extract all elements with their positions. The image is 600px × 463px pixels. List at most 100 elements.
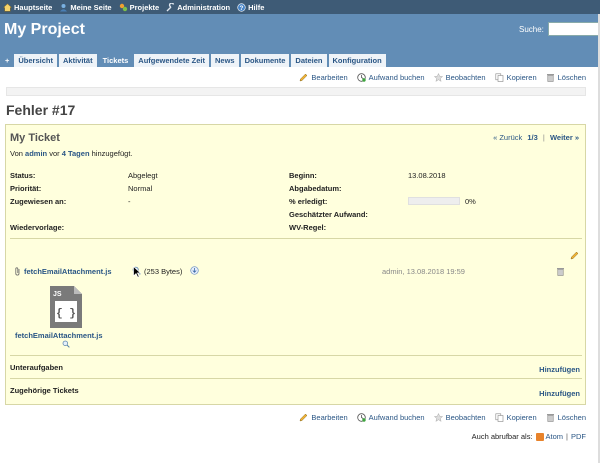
recurrence-label: Wiedervorlage: — [10, 223, 65, 232]
done-ratio-value: 0% — [465, 197, 476, 206]
edit-button[interactable]: Bearbeiten — [299, 413, 348, 422]
star-icon — [433, 413, 443, 422]
watch-button[interactable]: Beobachten — [433, 413, 486, 422]
download-icon[interactable] — [190, 266, 199, 275]
watch-button[interactable]: Beobachten — [433, 73, 486, 82]
atom-link[interactable]: Atom — [546, 432, 564, 441]
issue-counter[interactable]: 1/3 — [527, 133, 537, 142]
top-menu-label: Administration — [177, 2, 231, 12]
next-issue-link[interactable]: Weiter » — [550, 133, 579, 142]
copy-button[interactable]: Kopieren — [495, 413, 537, 422]
search-input[interactable] — [548, 22, 600, 36]
format-separator: | — [566, 432, 568, 441]
copy-label: Kopieren — [506, 73, 537, 82]
copy-icon — [495, 413, 503, 422]
other-formats-label: Auch abrufbar als: — [471, 432, 533, 441]
progress-bar — [408, 197, 460, 205]
clock-add-icon — [356, 73, 366, 82]
tab-time-entries[interactable]: Aufgewendete Zeit — [134, 54, 209, 67]
top-menu-my-page[interactable]: Meine Seite — [59, 2, 112, 12]
trash-icon — [546, 74, 554, 82]
estimated-time-label: Geschätzter Aufwand: — [289, 210, 368, 219]
tab-new[interactable]: + — [2, 54, 13, 67]
pdf-link[interactable]: PDF — [571, 432, 586, 441]
edit-attachments-pencil-icon[interactable] — [570, 251, 579, 260]
priority-value: Normal — [128, 184, 153, 193]
thumb-label: JS — [53, 291, 62, 298]
add-subtask-link[interactable]: Hinzufügen — [539, 365, 580, 374]
watch-label: Beobachten — [445, 413, 486, 422]
mouse-cursor-icon — [133, 266, 141, 278]
home-icon — [2, 2, 13, 12]
top-menu-label: Meine Seite — [70, 2, 112, 12]
tab-documents[interactable]: Dokumente — [240, 54, 290, 67]
author-suffix: hinzugefügt. — [91, 149, 133, 158]
top-menu: Hauptseite Meine Seite Projekte Administ… — [0, 0, 600, 14]
svg-text:{ }: { } — [56, 308, 76, 320]
issue-subject: My Ticket — [10, 132, 60, 144]
edit-label: Bearbeiten — [311, 73, 348, 82]
attachment-thumbnail[interactable]: JS { } — [49, 285, 83, 329]
author-line: Von admin vor 4 Tagen hinzugefügt. — [10, 149, 133, 158]
delete-label: Löschen — [557, 73, 586, 82]
top-menu-label: Hilfe — [248, 2, 265, 12]
attachment-row: fetchEmailAttachment.js (253 Bytes) admi… — [14, 266, 574, 278]
top-menu-help[interactable]: ? Hilfe — [237, 3, 264, 12]
divider — [10, 355, 582, 356]
top-menu-administration[interactable]: Administration — [166, 1, 231, 12]
tab-overview[interactable]: Übersicht — [14, 54, 57, 67]
search-label: Suche: — [519, 25, 544, 34]
relations-title: Zugehörige Tickets — [10, 386, 79, 395]
tab-news[interactable]: News — [210, 54, 239, 67]
priority-label: Priorität: — [10, 184, 42, 193]
tab-settings[interactable]: Konfiguration — [328, 54, 386, 67]
paperclip-icon — [15, 267, 20, 276]
add-relation-link[interactable]: Hinzufügen — [539, 389, 580, 398]
tab-issues[interactable]: Tickets — [98, 54, 133, 67]
previous-issue-link[interactable]: « Zurück — [493, 133, 522, 142]
js-file-icon: JS { } — [50, 286, 82, 328]
thumbnail-caption-link[interactable]: fetchEmailAttachment.js — [15, 331, 103, 340]
edit-label: Bearbeiten — [311, 413, 348, 422]
other-formats: Auch abrufbar als: Atom | PDF — [472, 432, 586, 441]
author-mid: vor — [49, 149, 60, 158]
svg-text:?: ? — [240, 5, 244, 11]
log-time-button[interactable]: Aufwand buchen — [356, 413, 425, 422]
age-link[interactable]: 4 Tagen — [62, 149, 90, 158]
done-ratio-label: % erledigt: — [289, 197, 328, 206]
edit-button[interactable]: Bearbeiten — [299, 73, 348, 82]
top-menu-home[interactable]: Hauptseite — [2, 2, 53, 12]
wrench-icon — [166, 1, 175, 12]
log-time-label: Aufwand buchen — [368, 413, 425, 422]
pencil-icon — [300, 413, 308, 422]
log-time-label: Aufwand buchen — [368, 73, 425, 82]
trash-icon — [546, 414, 554, 422]
copy-label: Kopieren — [506, 413, 537, 422]
contextual-actions-top: Bearbeiten Aufwand buchen Beobachten Kop… — [290, 73, 586, 82]
tab-activity[interactable]: Aktivität — [58, 54, 97, 67]
header: My Project Suche: — [0, 14, 600, 53]
attachment-meta: admin, 13.08.2018 19:59 — [382, 267, 465, 276]
top-menu-projects[interactable]: Projekte — [119, 2, 160, 12]
delete-button[interactable]: Löschen — [546, 413, 586, 422]
wv-rule-label: WV-Regel: — [289, 223, 327, 232]
log-time-button[interactable]: Aufwand buchen — [356, 73, 425, 82]
due-date-label: Abgabedatum: — [289, 184, 342, 193]
top-menu-label: Projekte — [129, 2, 160, 12]
assigned-label: Zugewiesen an: — [10, 197, 67, 206]
project-title: My Project — [4, 21, 85, 38]
top-menu-label: Hauptseite — [14, 2, 53, 12]
trash-icon[interactable] — [556, 267, 565, 276]
zoom-icon[interactable] — [62, 340, 70, 348]
delete-button[interactable]: Löschen — [546, 73, 586, 82]
attachment-size: (253 Bytes) — [144, 267, 183, 276]
nav-separator: | — [542, 133, 545, 142]
attachment-link[interactable]: fetchEmailAttachment.js — [24, 267, 112, 276]
author-link[interactable]: admin — [25, 149, 47, 158]
main-menu-tabs: + Übersicht Aktivität Tickets Aufgewende… — [0, 53, 600, 67]
status-value: Abgelegt — [128, 171, 158, 180]
copy-button[interactable]: Kopieren — [495, 73, 537, 82]
tab-files[interactable]: Dateien — [291, 54, 327, 67]
subtasks-title: Unteraufgaben — [10, 363, 63, 372]
flash-bar — [6, 87, 586, 96]
